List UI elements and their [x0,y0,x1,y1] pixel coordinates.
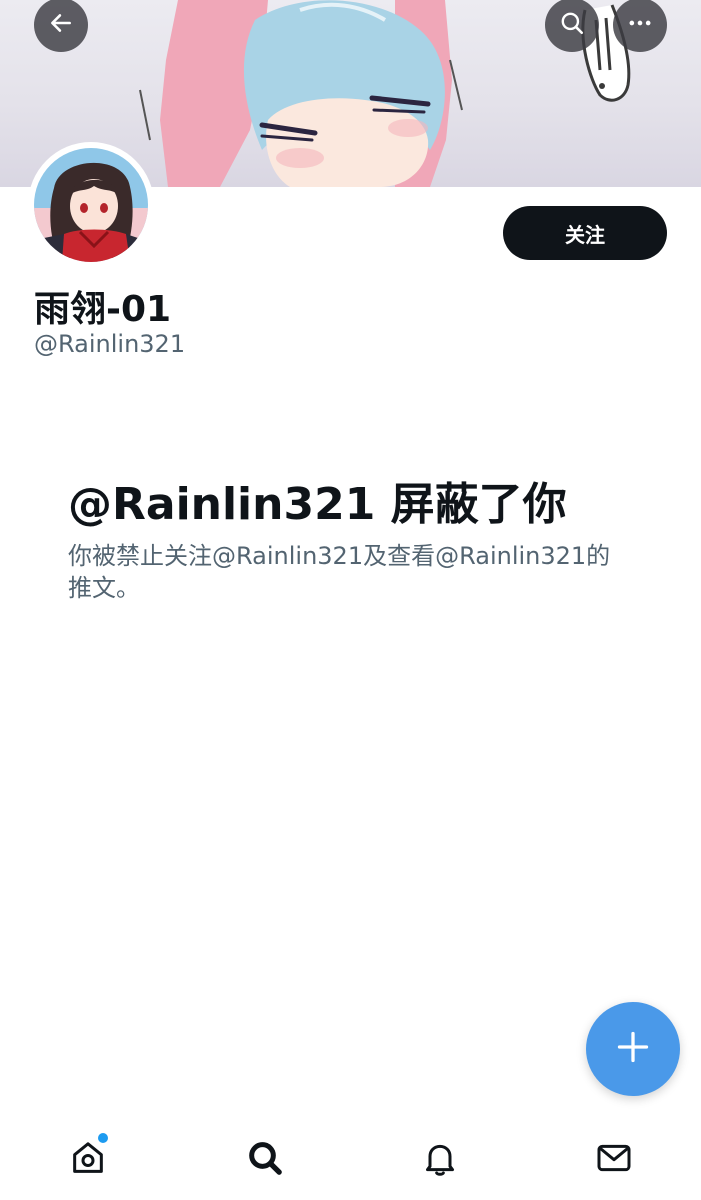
bottom-navigation [0,1120,701,1200]
home-icon [68,1138,108,1182]
home-notification-dot [98,1133,108,1143]
mail-icon [594,1138,634,1182]
arrow-left-icon [48,10,74,40]
bell-icon [420,1138,460,1182]
nav-notifications-tab[interactable] [418,1138,462,1182]
plus-icon [615,1029,651,1069]
back-button[interactable] [34,0,88,52]
nav-explore-tab[interactable] [243,1138,287,1182]
compose-tweet-button[interactable] [586,1002,680,1096]
search-button[interactable] [545,0,599,52]
profile-display-name: 雨翎-01 [34,289,172,330]
profile-handle: @Rainlin321 [34,330,186,358]
avatar[interactable] [28,142,154,268]
nav-messages-tab[interactable] [592,1138,636,1182]
more-options-button[interactable] [613,0,667,52]
search-icon [559,10,585,40]
search-icon [245,1138,285,1182]
blocked-title: @Rainlin321 屏蔽了你 [68,479,567,530]
follow-button[interactable]: 关注 [503,206,667,260]
nav-home-tab[interactable] [66,1138,110,1182]
more-horizontal-icon [626,9,654,41]
avatar-image [34,148,148,262]
blocked-description: 你被禁止关注@Rainlin321及查看@Rainlin321的推文。 [68,542,611,602]
